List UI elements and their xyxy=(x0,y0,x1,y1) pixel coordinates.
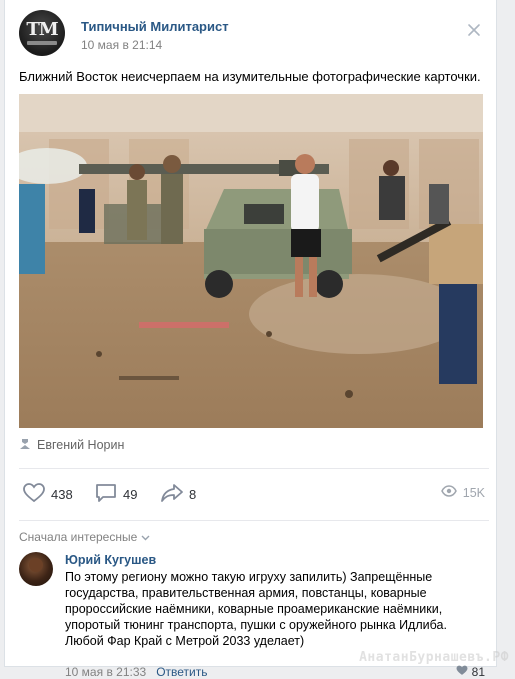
comment-count: 49 xyxy=(123,487,137,502)
community-avatar[interactable]: ТМ xyxy=(19,10,65,56)
comment-like-count: 81 xyxy=(472,665,485,679)
comments-sort-label: Сначала интересные xyxy=(19,530,137,544)
commenter-avatar[interactable] xyxy=(19,552,53,586)
share-icon xyxy=(161,483,183,506)
eye-icon xyxy=(441,485,457,500)
post-timestamp[interactable]: 10 мая в 21:14 xyxy=(81,38,162,52)
avatar-decoration xyxy=(27,41,57,45)
comments-section: Сначала интересные Юрий Кугушев По этому… xyxy=(19,520,489,521)
share-count: 8 xyxy=(189,487,196,502)
commenter-name[interactable]: Юрий Кугушев xyxy=(65,553,156,567)
like-button[interactable]: 438 xyxy=(23,483,73,506)
photo-credit[interactable]: Евгений Норин xyxy=(19,436,124,454)
post-header: ТМ Типичный Милитарист 10 мая в 21:14 xyxy=(19,10,489,58)
community-name[interactable]: Типичный Милитарист xyxy=(81,19,229,34)
reply-button[interactable]: Ответить xyxy=(156,665,207,679)
watermark: АнатанБурнашевъ.РФ xyxy=(359,650,509,665)
camera-icon xyxy=(19,438,31,453)
photo-credit-name: Евгений Норин xyxy=(37,438,124,452)
post-actions-bar: 438 49 8 15K xyxy=(19,468,489,518)
post-photo[interactable] xyxy=(19,94,483,428)
more-icon[interactable] xyxy=(463,20,485,42)
comments-sort-dropdown[interactable]: Сначала интересные xyxy=(19,530,150,544)
views-counter: 15K xyxy=(441,485,485,500)
like-count: 438 xyxy=(51,487,73,502)
comment-timestamp[interactable]: 10 мая в 21:33 xyxy=(65,665,146,679)
heart-icon xyxy=(456,665,468,679)
comment-text: По этому региону можно такую игруху запи… xyxy=(65,569,463,649)
heart-icon xyxy=(23,483,45,506)
comment-icon xyxy=(95,483,117,506)
share-button[interactable]: 8 xyxy=(161,483,196,506)
avatar-logo-text: ТМ xyxy=(19,19,65,40)
comment-meta: 10 мая в 21:33 Ответить xyxy=(65,665,207,679)
views-count: 15K xyxy=(463,486,485,500)
post-text: Ближний Восток неисчерпаем на изумительн… xyxy=(19,68,489,85)
comment-button[interactable]: 49 xyxy=(95,483,137,506)
chevron-down-icon xyxy=(141,530,150,544)
comment-like-button[interactable]: 81 xyxy=(456,665,485,679)
post-card: ТМ Типичный Милитарист 10 мая в 21:14 Бл… xyxy=(4,0,497,667)
